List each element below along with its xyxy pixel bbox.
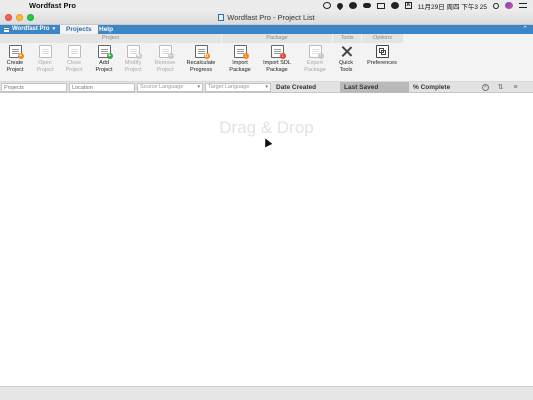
projects-filter-input[interactable] [1,83,67,92]
menu-clock[interactable]: 11月29日 周四 下午3 25 [418,1,487,11]
remove-project-button[interactable]: − Remove Project [148,45,182,74]
status-ring-icon[interactable] [322,2,331,9]
collapse-ribbon-icon[interactable]: ⌃ [522,25,528,34]
import-sdl-package-label-1: Import SDL [263,60,291,66]
location-filter-input[interactable] [69,83,135,92]
open-project-label-1: Open [38,60,52,66]
close-project-icon [67,45,81,58]
import-sdl-package-label-2: Package [266,67,288,73]
remove-project-label-2: Project [156,67,174,73]
create-project-label-2: Project [6,67,24,73]
status-drop-icon[interactable] [335,1,344,10]
spotlight-search-icon[interactable] [493,2,499,9]
modify-project-icon: ✎ [126,45,142,59]
preferences-icon [375,45,389,58]
cloud-icon[interactable] [362,3,371,8]
add-project-label-1: Add [99,60,109,66]
status-circle-icon[interactable] [348,2,357,9]
tab-help[interactable]: Help [93,25,119,34]
quick-tools-button[interactable]: Quick Tools [329,45,363,74]
input-source-icon[interactable]: A [404,2,412,9]
window-title-text: Wordfast Pro - Project List [227,13,315,22]
modify-project-label-1: Modify [124,60,142,66]
import-package-button[interactable]: ↓ Import Package [223,45,257,74]
quick-tools-icon [340,45,353,58]
menu-app-name[interactable]: Wordfast Pro [29,0,76,11]
clear-filter-icon[interactable]: × [482,84,489,91]
import-sdl-package-button[interactable]: ↓ Import SDL Package [260,45,294,74]
wordfast-window: Wordfast Pro A 11月29日 周四 下午3 25 Wordfast… [0,0,533,400]
modify-project-button[interactable]: ✎ Modify Project [116,45,150,74]
status-area: A 11月29日 周四 下午3 25 [322,0,527,11]
volume-icon[interactable] [390,2,399,9]
source-language-select[interactable]: Source Language ▾ [137,83,203,92]
quick-tools-label-1: Quick [338,60,354,66]
add-project-label-2: Project [95,67,113,73]
sort-icon[interactable]: ⇅ [497,84,504,91]
source-language-value: Source Language [140,84,184,90]
document-icon [218,14,225,21]
open-project-label-2: Project [36,67,54,73]
column-percent-complete[interactable]: % Complete [409,82,477,93]
ribbon-tab-bar: Wordfast Pro ▾ Projects Help ⌃ [0,25,533,34]
close-project-button[interactable]: Close Project [57,45,91,74]
chevron-down-icon: ▾ [52,26,56,32]
export-package-label-2: Package [304,67,326,73]
import-sdl-package-icon: ↓ [270,45,286,59]
mac-menu-bar: Wordfast Pro A 11月29日 周四 下午3 25 [0,0,533,11]
display-icon[interactable] [376,2,385,9]
menu-lines-icon[interactable]: ≡ [512,84,519,91]
project-list-header: Source Language ▾ Target Language ▾ Date… [0,82,533,93]
window-title-bar: Wordfast Pro - Project List [0,11,533,25]
close-project-label-2: Project [65,67,83,73]
app-menu-label: Wordfast Pro [12,26,50,32]
ribbon-toolbar: + Create Project Open Project Close Proj… [0,43,533,82]
recalculate-progress-label-1: Recalculate [186,60,216,66]
recalculate-progress-label-2: Progress [189,67,212,73]
hamburger-icon [4,27,9,32]
column-date-created[interactable]: Date Created [272,82,340,93]
window-title: Wordfast Pro - Project List [0,11,533,25]
group-project-label: Project [0,34,222,43]
remove-project-icon: − [158,45,174,59]
import-package-label-1: Import [232,60,248,66]
siri-icon[interactable] [505,2,513,9]
export-package-button[interactable]: ↑ Export Package [298,45,332,74]
open-project-icon [38,45,52,58]
ribbon-group-headers: Project Package Tools Options [0,34,533,43]
group-package-label: Package [222,34,333,43]
target-language-select[interactable]: Target Language ▾ [205,83,271,92]
app-menu-button[interactable]: Wordfast Pro ▾ [0,25,59,34]
column-last-saved[interactable]: Last Saved [340,82,409,93]
import-package-icon: ↓ [233,45,249,59]
preferences-label: Preferences [367,60,397,66]
recalculate-progress-button[interactable]: ↻ Recalculate Progress [184,45,218,74]
target-language-value: Target Language [208,84,250,90]
export-package-icon: ↑ [308,45,324,59]
import-package-label-2: Package [229,67,251,73]
create-project-label-1: Create [6,60,24,66]
close-project-label-1: Close [66,60,82,66]
create-project-icon: + [8,45,24,59]
add-project-icon: + [97,45,113,59]
recalculate-progress-icon: ↻ [194,45,210,59]
group-tools-label: Tools [333,34,362,43]
status-bar [0,386,533,400]
modify-project-label-2: Project [124,67,142,73]
chevron-down-icon: ▾ [197,84,200,90]
quick-tools-label-2: Tools [339,67,353,73]
chevron-down-icon: ▾ [265,84,268,90]
notification-center-icon[interactable] [519,3,527,8]
export-package-label-1: Export [307,60,323,66]
group-options-label: Options [362,34,404,43]
preferences-button[interactable]: Preferences [365,45,399,67]
remove-project-label-1: Remove [154,60,176,66]
drag-drop-hint: Drag & Drop [219,118,314,137]
tab-projects[interactable]: Projects [60,25,98,34]
